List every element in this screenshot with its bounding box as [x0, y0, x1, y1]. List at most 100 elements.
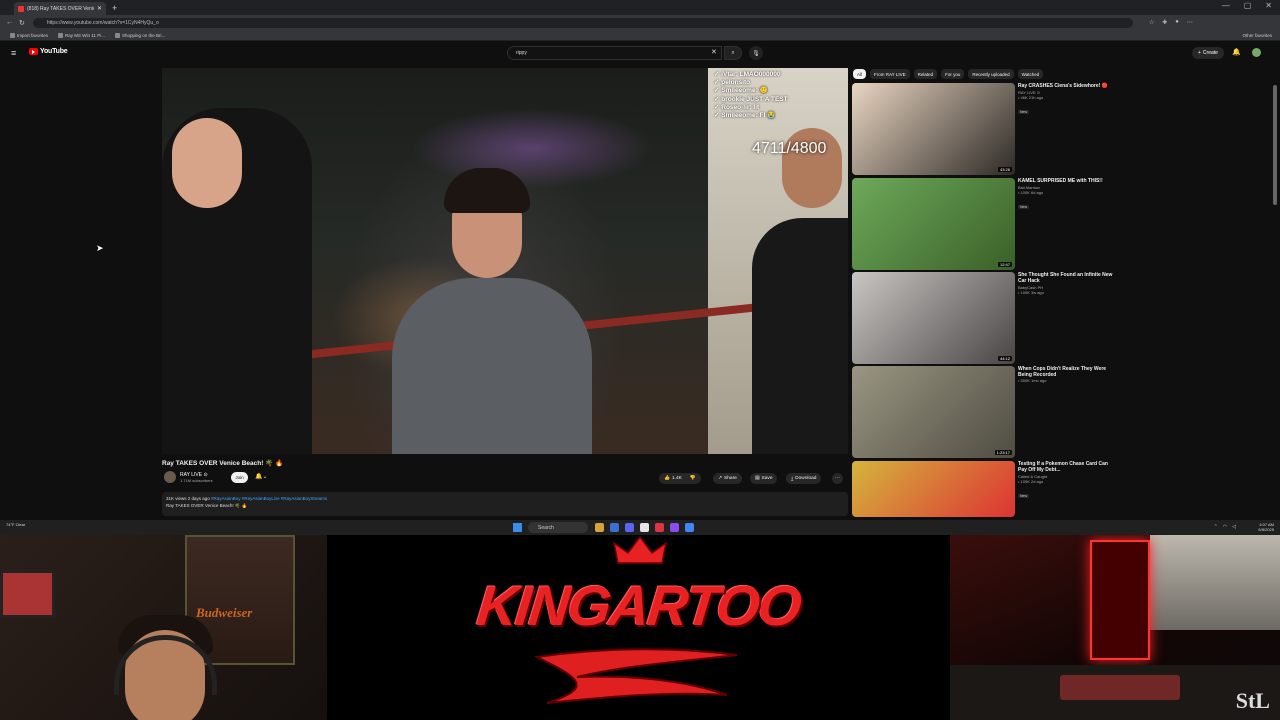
page-scrollbar[interactable] — [1273, 85, 1277, 205]
edge-icon[interactable] — [610, 523, 619, 532]
bookmark-item[interactable]: Shopping on the Bri... — [114, 32, 165, 38]
tab-title: (818) Ray TAKES OVER Venice — [27, 5, 94, 12]
chat-line: ✓ Smileeome: FI 😭 — [714, 112, 776, 120]
twitch-icon[interactable] — [670, 523, 679, 532]
browser-tab[interactable]: (818) Ray TAKES OVER Venice ✕ — [14, 2, 106, 15]
video-frame-person-center — [392, 278, 592, 454]
more-actions-button[interactable]: ⋯ — [832, 473, 843, 484]
notifications-bell-icon[interactable]: 🔔 — [1232, 48, 1241, 56]
recommended-video[interactable]: 1:23:17 When Cops Didn't Realize They We… — [852, 366, 1118, 458]
filter-chip[interactable]: All — [853, 69, 867, 79]
windows-start-icon[interactable] — [513, 523, 522, 532]
bookmark-item[interactable]: Import favorites — [10, 32, 48, 38]
video-thumbnail[interactable]: 12:47 — [852, 178, 1015, 270]
clear-search-icon[interactable]: ✕ — [711, 48, 717, 56]
video-frame-person-left-head — [172, 118, 242, 208]
chevron-up-icon[interactable]: ⌃ — [1214, 524, 1218, 530]
refresh-icon[interactable]: ↻ — [19, 19, 25, 27]
share-button[interactable]: ↗ Share — [713, 473, 742, 484]
video-thumbnail[interactable]: 1:23:17 — [852, 366, 1015, 458]
thumbs-down-icon[interactable]: 👎 — [690, 476, 696, 481]
description-hashtags[interactable]: #RayAsianBoy #RayAsianBoyLive #RayAsianB… — [211, 496, 327, 501]
video-title[interactable]: Testing If a Pokemon Chase Card Can Pay … — [1018, 461, 1118, 473]
video-title[interactable]: When Cops Didn't Realize They Were Being… — [1018, 366, 1118, 378]
maximize-icon[interactable]: ▢ — [1244, 1, 1252, 10]
download-icon: ⤓ — [791, 476, 794, 482]
star-icon[interactable]: ☆ — [1149, 19, 1154, 26]
video-info: KAMEL SURPRISED ME with THIS!! Bali Mant… — [1018, 178, 1118, 270]
youtube-logo-text: YouTube — [40, 48, 68, 55]
download-button[interactable]: ⤓ Download — [786, 473, 822, 484]
mouse-cursor-icon: ➤ — [96, 243, 104, 253]
back-icon[interactable]: ← — [6, 19, 13, 26]
video-title: Ray TAKES OVER Venice Beach! 🌴 🔥 — [162, 460, 284, 467]
menu-dots-icon[interactable]: ⋯ — [1187, 19, 1193, 26]
weather-widget[interactable]: 74°F Clear — [6, 522, 25, 527]
save-button[interactable]: ▤ Save — [750, 473, 778, 484]
recommended-video[interactable]: Testing If a Pokemon Chase Card Can Pay … — [852, 461, 1118, 517]
video-player[interactable]: ✓ iVtar: LMAO000000 ✓ pelonsito ✓ Smilee… — [162, 68, 848, 454]
video-duration: 1:23:17 — [994, 450, 1012, 455]
voice-search-button[interactable]: 🎙 — [749, 46, 763, 60]
crown-icon — [612, 535, 668, 564]
video-meta: • 100K 2d ago — [1018, 479, 1044, 484]
video-title[interactable]: Ray CRASHES Ciena's Sidewhore! 🔴 — [1018, 83, 1118, 89]
recommended-video[interactable]: 12:47 KAMEL SURPRISED ME with THIS!! Bal… — [852, 178, 1118, 270]
taskbar-search[interactable]: Search — [528, 522, 588, 533]
discord-icon[interactable] — [625, 523, 634, 532]
brand-swoosh-icon — [533, 648, 738, 704]
join-button[interactable]: Join — [231, 472, 248, 483]
filter-chip[interactable]: For you — [941, 69, 965, 79]
filter-chip[interactable]: Recently uploaded — [968, 69, 1014, 79]
video-title[interactable]: KAMEL SURPRISED ME with THIS!! — [1018, 178, 1118, 184]
channel-info[interactable]: RAY LIVE ⊙ 1.71M subscribers — [164, 471, 213, 483]
subscriber-count: 1.71M subscribers — [180, 477, 213, 483]
video-thumbnail[interactable]: 44:12 — [852, 272, 1015, 364]
youtube-logo[interactable]: YouTube — [29, 48, 68, 55]
volume-icon[interactable]: ◁ — [1232, 524, 1236, 530]
new-tab-button[interactable]: + — [112, 3, 117, 13]
clock[interactable]: 4:07 AM 6/8/2025 — [1258, 522, 1274, 532]
search-input[interactable]: rippy — [507, 46, 722, 60]
video-frame-person-center-hair — [444, 168, 530, 213]
filter-chip[interactable]: Watched — [1017, 69, 1044, 79]
video-thumbnail[interactable] — [852, 461, 1015, 517]
chrome-icon[interactable] — [685, 523, 694, 532]
video-title[interactable]: She Thought She Found an Infinite New Ca… — [1018, 272, 1118, 284]
minimize-icon[interactable]: — — [1222, 1, 1230, 10]
filter-chip[interactable]: Related — [913, 69, 938, 79]
video-duration: 12:47 — [997, 262, 1012, 267]
bookmark-item[interactable]: Ray MS Win 11 Pi... — [58, 32, 105, 38]
brand-logo-text: KINGARTOO — [474, 574, 803, 637]
instagram-icon[interactable] — [655, 523, 664, 532]
wifi-icon[interactable]: ◠ — [1223, 524, 1227, 530]
subscription-bell-icon[interactable]: 🔔⌄ — [255, 473, 268, 480]
profile-icon[interactable]: ● — [1175, 19, 1179, 26]
search-button[interactable]: ⌕ — [724, 46, 742, 60]
filter-chip[interactable]: From RAY LIVE — [870, 69, 910, 79]
recommended-video[interactable]: 43:26 Ray CRASHES Ciena's Sidewhore! 🔴 R… — [852, 83, 1118, 175]
description-box[interactable]: 31K views 2 days ago #RayAsianBoy #RayAs… — [162, 492, 848, 516]
video-thumbnail[interactable]: 43:26 — [852, 83, 1015, 175]
create-button[interactable]: + Create — [1192, 47, 1224, 59]
brand-panel: KINGARTOO — [327, 535, 950, 720]
search-icon: ⌕ — [731, 49, 735, 56]
bookmarks-bar: Import favorites Ray MS Win 11 Pi... Sho… — [0, 30, 1280, 41]
url-field[interactable]: https://www.youtube.com/watch?v=1CyN4HyQ… — [32, 17, 1133, 28]
address-bar-row: ← ↻ https://www.youtube.com/watch?v=1CyN… — [0, 15, 1280, 30]
other-favorites[interactable]: Other favorites — [1242, 33, 1272, 38]
recommended-video[interactable]: 44:12 She Thought She Found an Infinite … — [852, 272, 1118, 364]
webcam-left: Budweiser — [0, 535, 327, 720]
channel-avatar[interactable] — [164, 471, 176, 483]
tiktok-icon[interactable] — [640, 523, 649, 532]
extensions-icon[interactable]: ✚ — [1162, 19, 1167, 26]
hamburger-menu-icon[interactable]: ≡ — [11, 48, 16, 58]
file-explorer-icon[interactable] — [595, 523, 604, 532]
video-meta: • 100K 3w ago — [1018, 290, 1044, 295]
like-button[interactable]: 👍 1.4K 👎 — [659, 473, 701, 484]
youtube-header: ≡ YouTube rippy ✕ ⌕ 🎙 + Create 🔔 — [0, 41, 1280, 65]
tab-close-icon[interactable]: ✕ — [97, 5, 102, 12]
account-avatar[interactable] — [1252, 48, 1261, 57]
close-window-icon[interactable]: ✕ — [1265, 1, 1272, 10]
description-meta-row: 31K views 2 days ago #RayAsianBoy #RayAs… — [166, 495, 844, 502]
